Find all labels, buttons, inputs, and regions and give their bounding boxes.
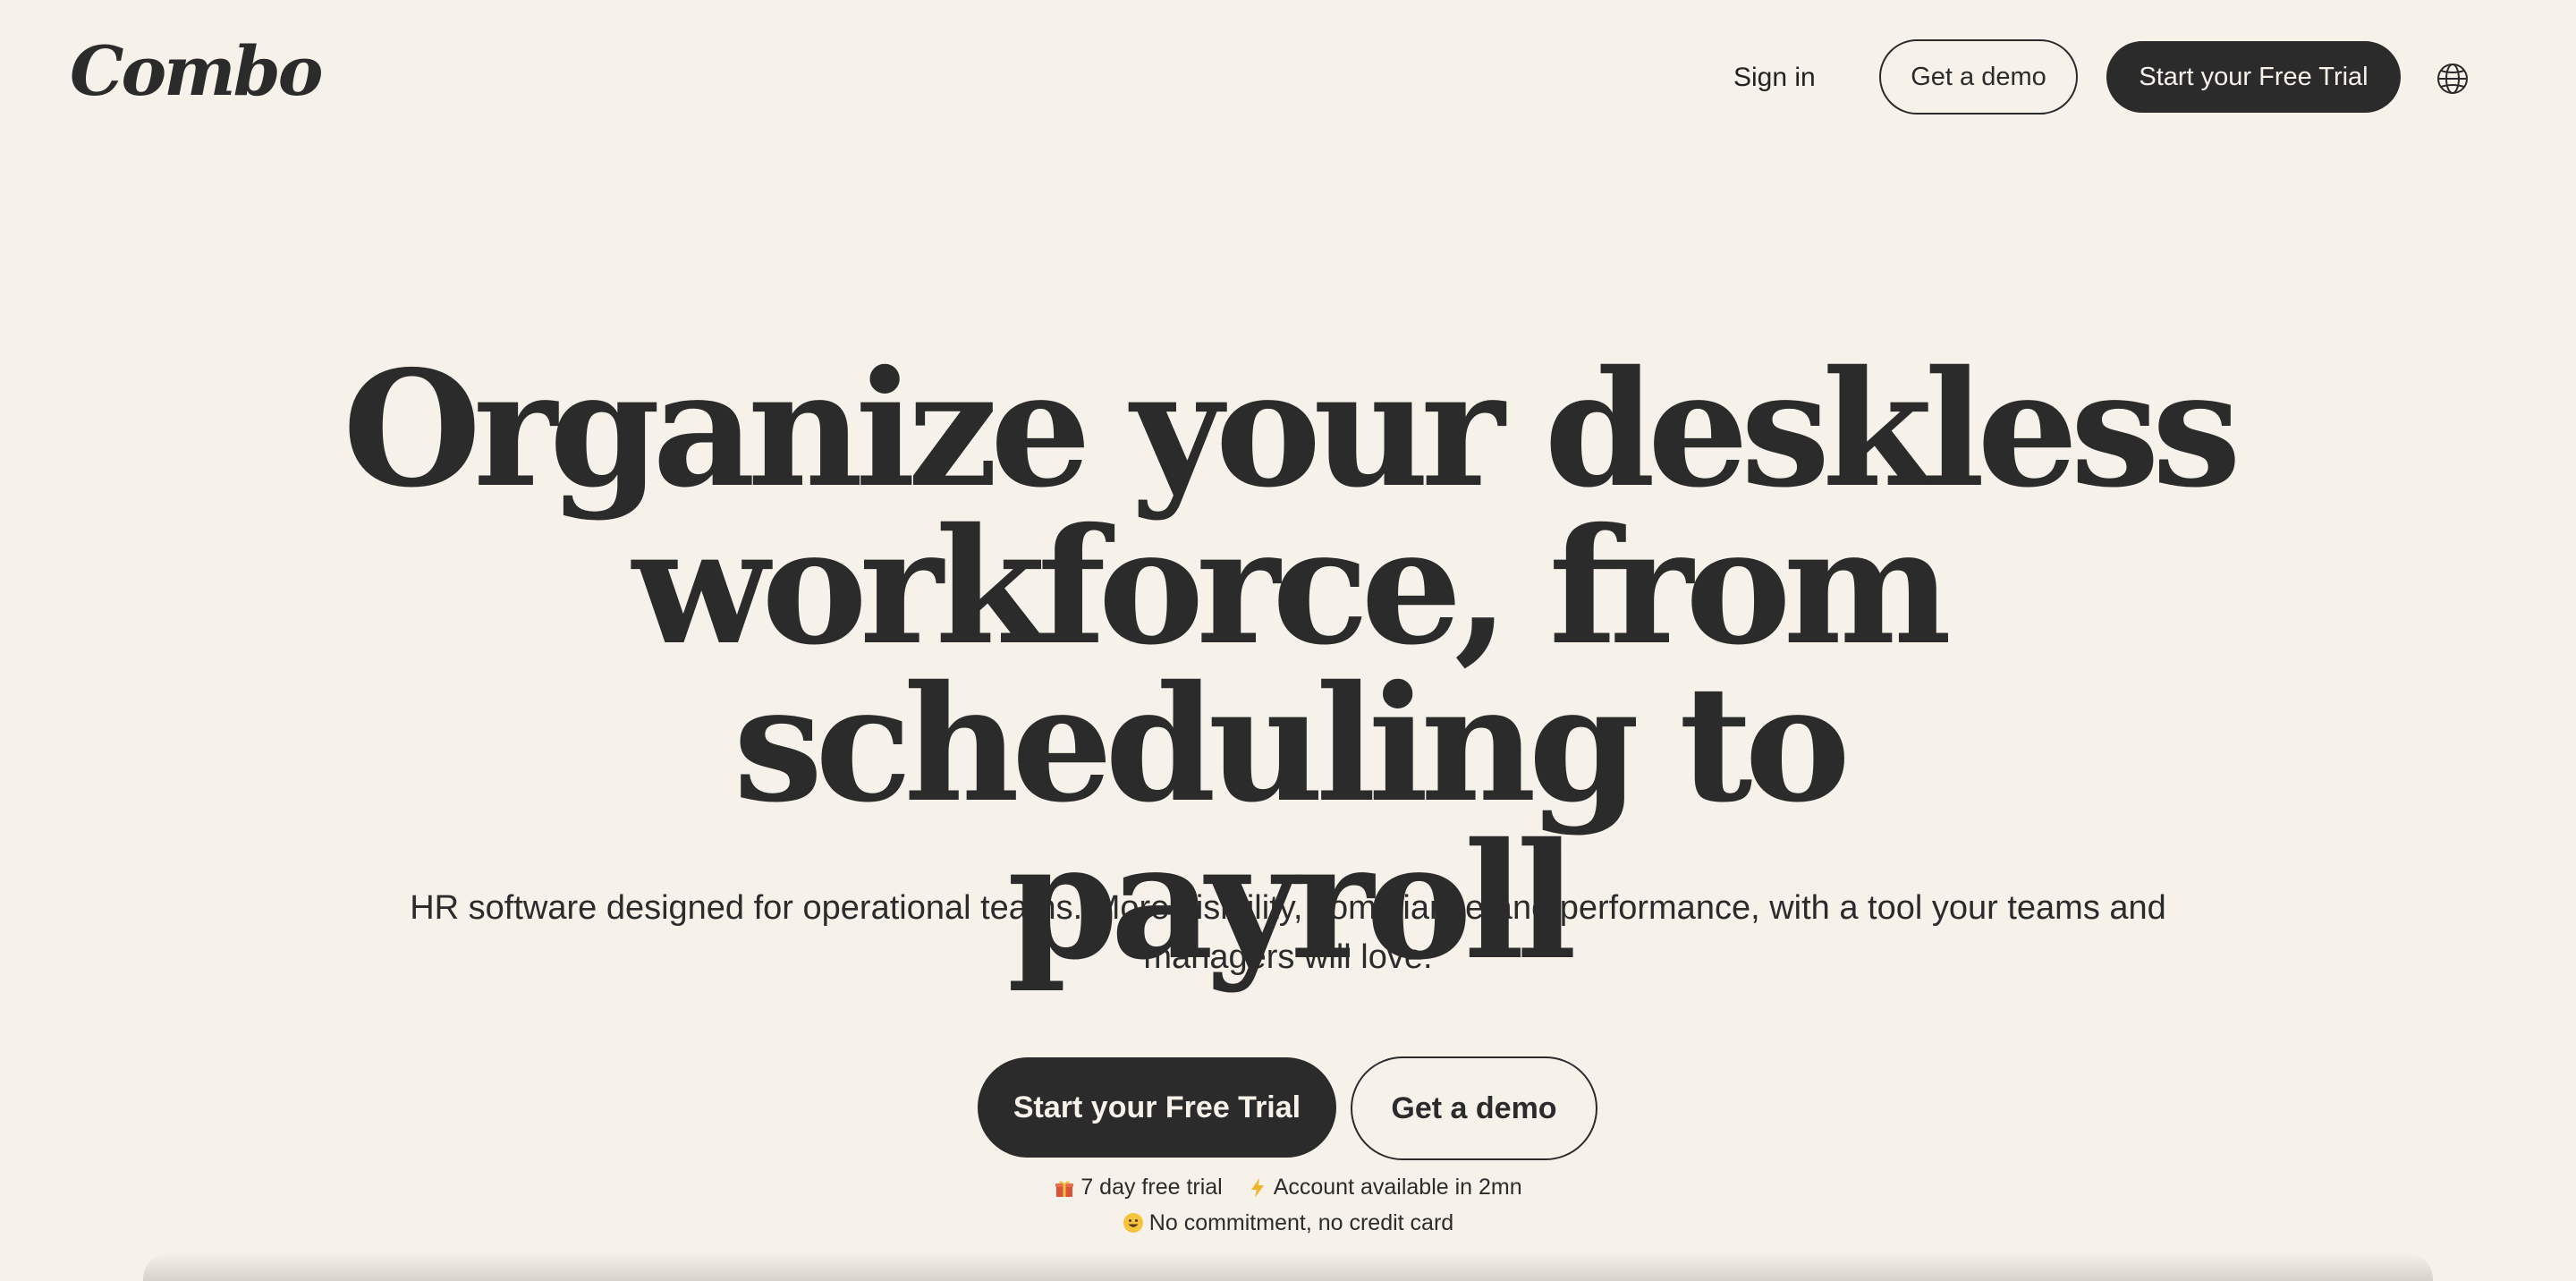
headline-line-1: Organize your deskless: [343, 335, 2241, 522]
perk-account-ready: Account available in 2mn: [1247, 1172, 1522, 1203]
perk-no-commitment: No commitment, no credit card: [1123, 1208, 1453, 1239]
globe-icon[interactable]: [2435, 61, 2470, 97]
subhead-line-1: HR software designed for operational tea…: [410, 889, 2166, 927]
perks-line-1: 7 day free trial Account available in 2m…: [930, 1172, 1646, 1208]
header-start-trial-button[interactable]: Start your Free Trial: [2106, 41, 2401, 113]
perk-account-ready-text: Account available in 2mn: [1273, 1175, 1522, 1200]
landing-page: Combo Sign in Get a demo Start your Free…: [0, 0, 2576, 1281]
perks-line-2: No commitment, no credit card: [930, 1208, 1646, 1243]
lightning-icon: [1250, 1177, 1264, 1198]
perk-trial-days-text: 7 day free trial: [1080, 1175, 1223, 1200]
hero-get-demo-button[interactable]: Get a demo: [1351, 1056, 1597, 1160]
product-preview-edge: [143, 1252, 2433, 1281]
smiley-icon: [1123, 1213, 1143, 1233]
subhead-line-2: managers will love.: [1143, 938, 1433, 976]
gift-icon: [1055, 1180, 1074, 1197]
hero-start-trial-button[interactable]: Start your Free Trial: [978, 1057, 1336, 1158]
sign-in-link[interactable]: Sign in: [1733, 55, 1816, 100]
trial-perks: 7 day free trial Account available in 2m…: [930, 1172, 1646, 1243]
headline-line-2: workforce, from scheduling to: [631, 493, 1952, 837]
site-header: Combo Sign in Get a demo Start your Free…: [0, 0, 2576, 154]
header-start-trial-label: Start your Free Trial: [2139, 62, 2368, 91]
perk-trial-days: 7 day free trial: [1054, 1172, 1223, 1203]
header-get-demo-label: Get a demo: [1911, 62, 2046, 91]
header-get-demo-button[interactable]: Get a demo: [1879, 39, 2078, 115]
hero-get-demo-label: Get a demo: [1391, 1090, 1557, 1125]
hero-subheading: HR software designed for operational tea…: [340, 884, 2236, 982]
hero-start-trial-label: Start your Free Trial: [1013, 1090, 1301, 1124]
combo-logo[interactable]: Combo: [70, 27, 323, 116]
perk-no-commitment-text: No commitment, no credit card: [1148, 1209, 1454, 1235]
